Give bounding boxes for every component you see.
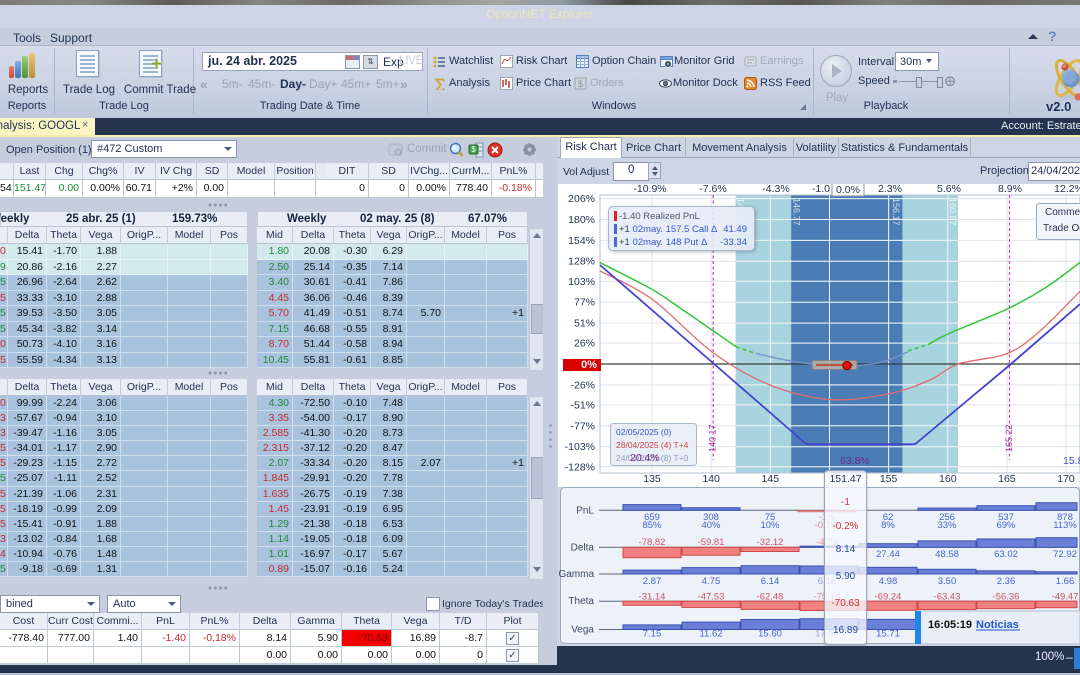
- svg-text:180%: 180%: [568, 214, 595, 226]
- svg-text:2.87: 2.87: [643, 576, 662, 587]
- svg-text:15.8%: 15.8%: [1063, 455, 1080, 467]
- svg-text:135: 135: [643, 473, 661, 485]
- svg-text:160: 160: [939, 473, 957, 485]
- svg-text:-4.3%: -4.3%: [762, 184, 789, 195]
- svg-text:48.58: 48.58: [935, 549, 959, 560]
- svg-text:140: 140: [702, 473, 720, 485]
- svg-text:-62.48: -62.48: [757, 591, 784, 602]
- svg-text:-56.36: -56.36: [993, 591, 1020, 602]
- svg-text:63.8%: 63.8%: [840, 455, 870, 467]
- svg-text:-31.14: -31.14: [639, 591, 666, 602]
- svg-text:155: 155: [880, 473, 898, 485]
- svg-text:160.87: 160.87: [948, 198, 958, 226]
- svg-text:113%: 113%: [1053, 520, 1077, 531]
- svg-text:PnL: PnL: [576, 505, 594, 516]
- svg-text:7.15: 7.15: [643, 629, 662, 640]
- svg-text:-7.6%: -7.6%: [699, 184, 726, 195]
- svg-text:-128%: -128%: [565, 461, 595, 473]
- svg-text:69%: 69%: [996, 520, 1016, 531]
- svg-text:4.98: 4.98: [879, 576, 898, 587]
- svg-text:140.17: 140.17: [708, 424, 718, 452]
- svg-text:-69.24: -69.24: [875, 591, 902, 602]
- svg-text:$: $: [471, 145, 476, 154]
- svg-text:128%: 128%: [568, 256, 595, 268]
- svg-text:33%: 33%: [937, 520, 957, 531]
- svg-text:154%: 154%: [568, 235, 595, 247]
- svg-text:51%: 51%: [574, 318, 595, 330]
- svg-text:2.36: 2.36: [997, 576, 1016, 587]
- svg-text:-63.43: -63.43: [934, 591, 961, 602]
- svg-text:4.75: 4.75: [702, 576, 721, 587]
- svg-text:8%: 8%: [881, 520, 895, 531]
- svg-text:77%: 77%: [574, 297, 595, 309]
- svg-text:15.71: 15.71: [876, 629, 900, 640]
- svg-text:Vega: Vega: [571, 625, 594, 636]
- svg-text:Theta: Theta: [568, 596, 594, 607]
- svg-text:-1.0: -1.0: [812, 184, 830, 195]
- svg-text:165.22: 165.22: [1004, 424, 1014, 452]
- svg-text:-77%: -77%: [570, 420, 595, 432]
- svg-text:10%: 10%: [760, 520, 780, 531]
- svg-text:63.02: 63.02: [994, 549, 1018, 560]
- svg-text:170: 170: [1057, 473, 1075, 485]
- svg-text:146.77: 146.77: [792, 198, 802, 226]
- svg-text:Noticias: Noticias: [976, 619, 1019, 631]
- svg-text:-47.53: -47.53: [698, 591, 725, 602]
- svg-text:Delta: Delta: [571, 542, 595, 553]
- svg-text:-49.47: -49.47: [1052, 591, 1079, 602]
- svg-text:-51%: -51%: [570, 399, 595, 411]
- svg-text:40%: 40%: [701, 520, 721, 531]
- svg-text:103%: 103%: [568, 276, 595, 288]
- svg-text:Gamma: Gamma: [558, 569, 594, 580]
- svg-text:145: 145: [762, 473, 780, 485]
- svg-text:12.2%: 12.2%: [1054, 184, 1080, 195]
- svg-text:-59.81: -59.81: [698, 537, 725, 548]
- svg-text:8.9%: 8.9%: [998, 184, 1022, 195]
- svg-text:1.66: 1.66: [1056, 576, 1075, 587]
- svg-text:27.44: 27.44: [876, 549, 900, 560]
- svg-text:-10.9%: -10.9%: [633, 184, 666, 195]
- svg-text:5.6%: 5.6%: [937, 184, 961, 195]
- svg-text:0.0%: 0.0%: [836, 184, 860, 196]
- svg-text:15.60: 15.60: [758, 629, 782, 640]
- svg-text:$: $: [578, 79, 583, 89]
- svg-text:26%: 26%: [574, 338, 595, 350]
- svg-text:72.92: 72.92: [1053, 549, 1077, 560]
- svg-text:85%: 85%: [642, 520, 662, 531]
- svg-text:-78.82: -78.82: [639, 537, 666, 548]
- svg-text:206%: 206%: [568, 193, 595, 205]
- svg-text:-103%: -103%: [565, 441, 595, 453]
- svg-text:-32.12: -32.12: [757, 537, 784, 548]
- svg-text:2.3%: 2.3%: [878, 184, 902, 195]
- svg-text:156.17: 156.17: [891, 198, 901, 226]
- svg-text:165: 165: [998, 473, 1016, 485]
- svg-text:-26%: -26%: [570, 379, 595, 391]
- svg-text:11.62: 11.62: [699, 629, 722, 640]
- svg-text:6.14: 6.14: [761, 576, 780, 587]
- svg-text:3.50: 3.50: [938, 576, 957, 587]
- svg-text:16:05:19: 16:05:19: [928, 619, 972, 631]
